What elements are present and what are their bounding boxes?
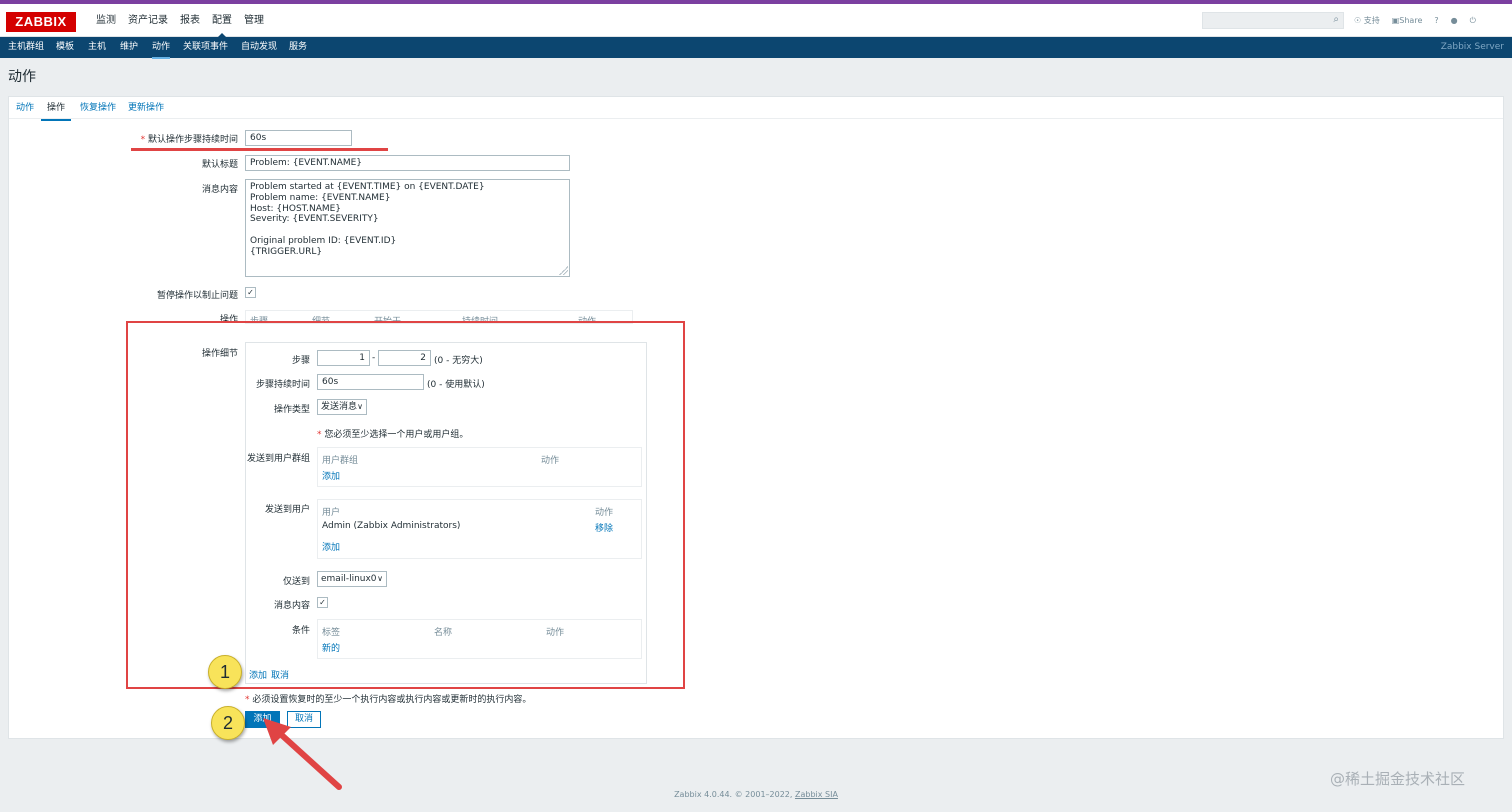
user-profile-icon[interactable]: ● — [1451, 16, 1458, 25]
main-menu-reports[interactable]: 报表 — [174, 4, 206, 37]
footer-link[interactable]: Zabbix SIA — [795, 790, 838, 799]
default-message-text: Problem started at {EVENT.TIME} on {EVEN… — [250, 182, 485, 257]
default-step-duration-input[interactable]: 60s — [245, 130, 352, 146]
main-menu: 监测 资产记录 报表 配置 管理 — [90, 4, 270, 37]
top-bar: ZABBIX 监测 资产记录 报表 配置 管理 ⌕ ☉ 支持 ▣Share ? … — [0, 4, 1512, 37]
default-subject-input[interactable]: Problem: {EVENT.NAME} — [245, 155, 570, 171]
main-menu-inventory[interactable]: 资产记录 — [122, 4, 174, 37]
help-icon[interactable]: ? — [1434, 16, 1438, 25]
top-icons: ☉ 支持 ▣Share ? ● ⏻ — [1354, 4, 1476, 37]
resize-grip-icon[interactable] — [559, 266, 568, 275]
tab-update-operations[interactable]: 更新操作 — [128, 97, 164, 119]
subnav-discovery[interactable]: 自动发现 — [241, 37, 277, 57]
subnav-correlation[interactable]: 关联项事件 — [183, 37, 228, 57]
main-menu-administration[interactable]: 管理 — [238, 4, 270, 37]
main-menu-configuration[interactable]: 配置 — [206, 4, 238, 37]
subnav-actions[interactable]: 动作 — [152, 37, 171, 59]
annotation-badge-1: 1 — [208, 655, 242, 689]
subnav-host-groups[interactable]: 主机群组 — [8, 37, 44, 57]
page-title: 动作 — [8, 69, 36, 85]
server-name: Zabbix Server — [1440, 42, 1504, 52]
default-subject-label: 默认标题 — [201, 160, 238, 170]
share-icon: ▣ — [1391, 16, 1400, 25]
default-message-label: 消息内容 — [201, 185, 238, 195]
footer: Zabbix 4.0.44. © 2001–2022, Zabbix SIA — [0, 790, 1512, 799]
tab-operations[interactable]: 操作 — [41, 97, 72, 121]
main-menu-monitoring[interactable]: 监测 — [90, 4, 122, 37]
search-icon[interactable]: ⌕ — [1333, 14, 1339, 25]
highlight-underline — [131, 148, 388, 151]
default-message-textarea[interactable]: Problem started at {EVENT.TIME} on {EVEN… — [245, 179, 570, 277]
share-label: Share — [1399, 16, 1423, 25]
logout-icon[interactable]: ⏻ — [1470, 16, 1476, 26]
zabbix-logo[interactable]: ZABBIX — [6, 12, 76, 32]
footer-text: Zabbix 4.0.44. © 2001–2022, — [674, 790, 795, 799]
pause-operations-label: 暂停操作以制止问题 — [156, 291, 238, 301]
subnav-templates[interactable]: 模板 — [56, 37, 74, 57]
watermark: @稀土掘金技术社区 — [1330, 770, 1466, 788]
support-label: 支持 — [1363, 16, 1380, 25]
tab-bar: 动作 操作 恢复操作 更新操作 — [9, 97, 1503, 121]
subnav-services[interactable]: 服务 — [289, 37, 307, 57]
share-link[interactable]: ▣Share — [1392, 16, 1423, 25]
tab-recovery-operations[interactable]: 恢复操作 — [80, 97, 116, 119]
search-input[interactable]: ⌕ — [1202, 12, 1344, 29]
subnav-maintenance[interactable]: 维护 — [120, 37, 138, 57]
recovery-note: * 必须设置恢复时的至少一个执行内容或执行内容或更新时的执行内容。 — [245, 695, 532, 705]
annotation-badge-2: 2 — [211, 706, 245, 740]
headset-icon: ☉ — [1354, 16, 1362, 25]
annotation-arrow — [263, 718, 342, 790]
tab-action[interactable]: 动作 — [16, 97, 34, 119]
sub-nav: 主机群组 模板 主机 维护 动作 关联项事件 自动发现 服务 Zabbix Se… — [0, 37, 1512, 59]
subnav-hosts[interactable]: 主机 — [88, 37, 106, 57]
default-step-duration-label: * 默认操作步骤持续时间 — [140, 135, 238, 145]
support-link[interactable]: ☉ 支持 — [1354, 15, 1380, 26]
highlight-box — [126, 321, 685, 689]
pause-operations-checkbox[interactable]: ✓ — [245, 287, 256, 298]
